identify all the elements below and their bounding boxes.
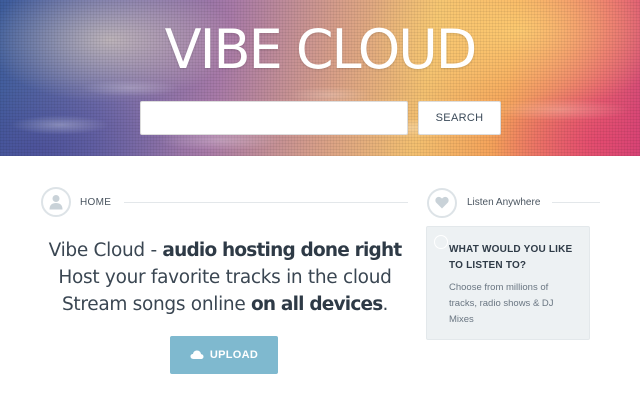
headline-line-1-text: Vibe Cloud - (48, 240, 163, 261)
section-divider (124, 202, 408, 203)
upload-button[interactable]: UPLOAD (170, 336, 278, 374)
sidebar-divider (552, 202, 600, 203)
user-icon (41, 187, 71, 217)
listen-anywhere-label: Listen Anywhere (467, 197, 541, 208)
promo-card-description: Choose from millions of tracks, radio sh… (449, 282, 554, 325)
promo-card: WHAT WOULD YOU LIKE TO LISTEN TO? Choose… (426, 226, 590, 340)
site-title: VIBE CLOUD (164, 18, 478, 81)
search-button[interactable]: SEARCH (418, 101, 501, 135)
headline: Vibe Cloud - audio hosting done right Ho… (40, 237, 410, 318)
circle-icon (434, 235, 448, 249)
headline-line-2: Host your favorite tracks in the cloud (58, 267, 392, 288)
headline-line-3-text: Stream songs online (61, 294, 252, 315)
heart-icon (427, 188, 457, 218)
upload-button-label: UPLOAD (209, 349, 259, 361)
home-section-label: HOME (80, 197, 112, 208)
headline-line-3-suffix: . (382, 294, 389, 315)
headline-line-3: Stream songs online on all devices. (40, 291, 410, 318)
search-input[interactable] (140, 101, 408, 135)
headline-line-1: Vibe Cloud - audio hosting done right (40, 237, 410, 264)
promo-card-title: WHAT WOULD YOU LIKE TO LISTEN TO? (449, 244, 573, 271)
hero-banner: VIBE CLOUD SEARCH (0, 0, 640, 156)
headline-line-3-emphasis: on all devices (251, 294, 383, 315)
headline-line-1-emphasis: audio hosting done right (162, 240, 402, 261)
cloud-icon (190, 350, 204, 359)
